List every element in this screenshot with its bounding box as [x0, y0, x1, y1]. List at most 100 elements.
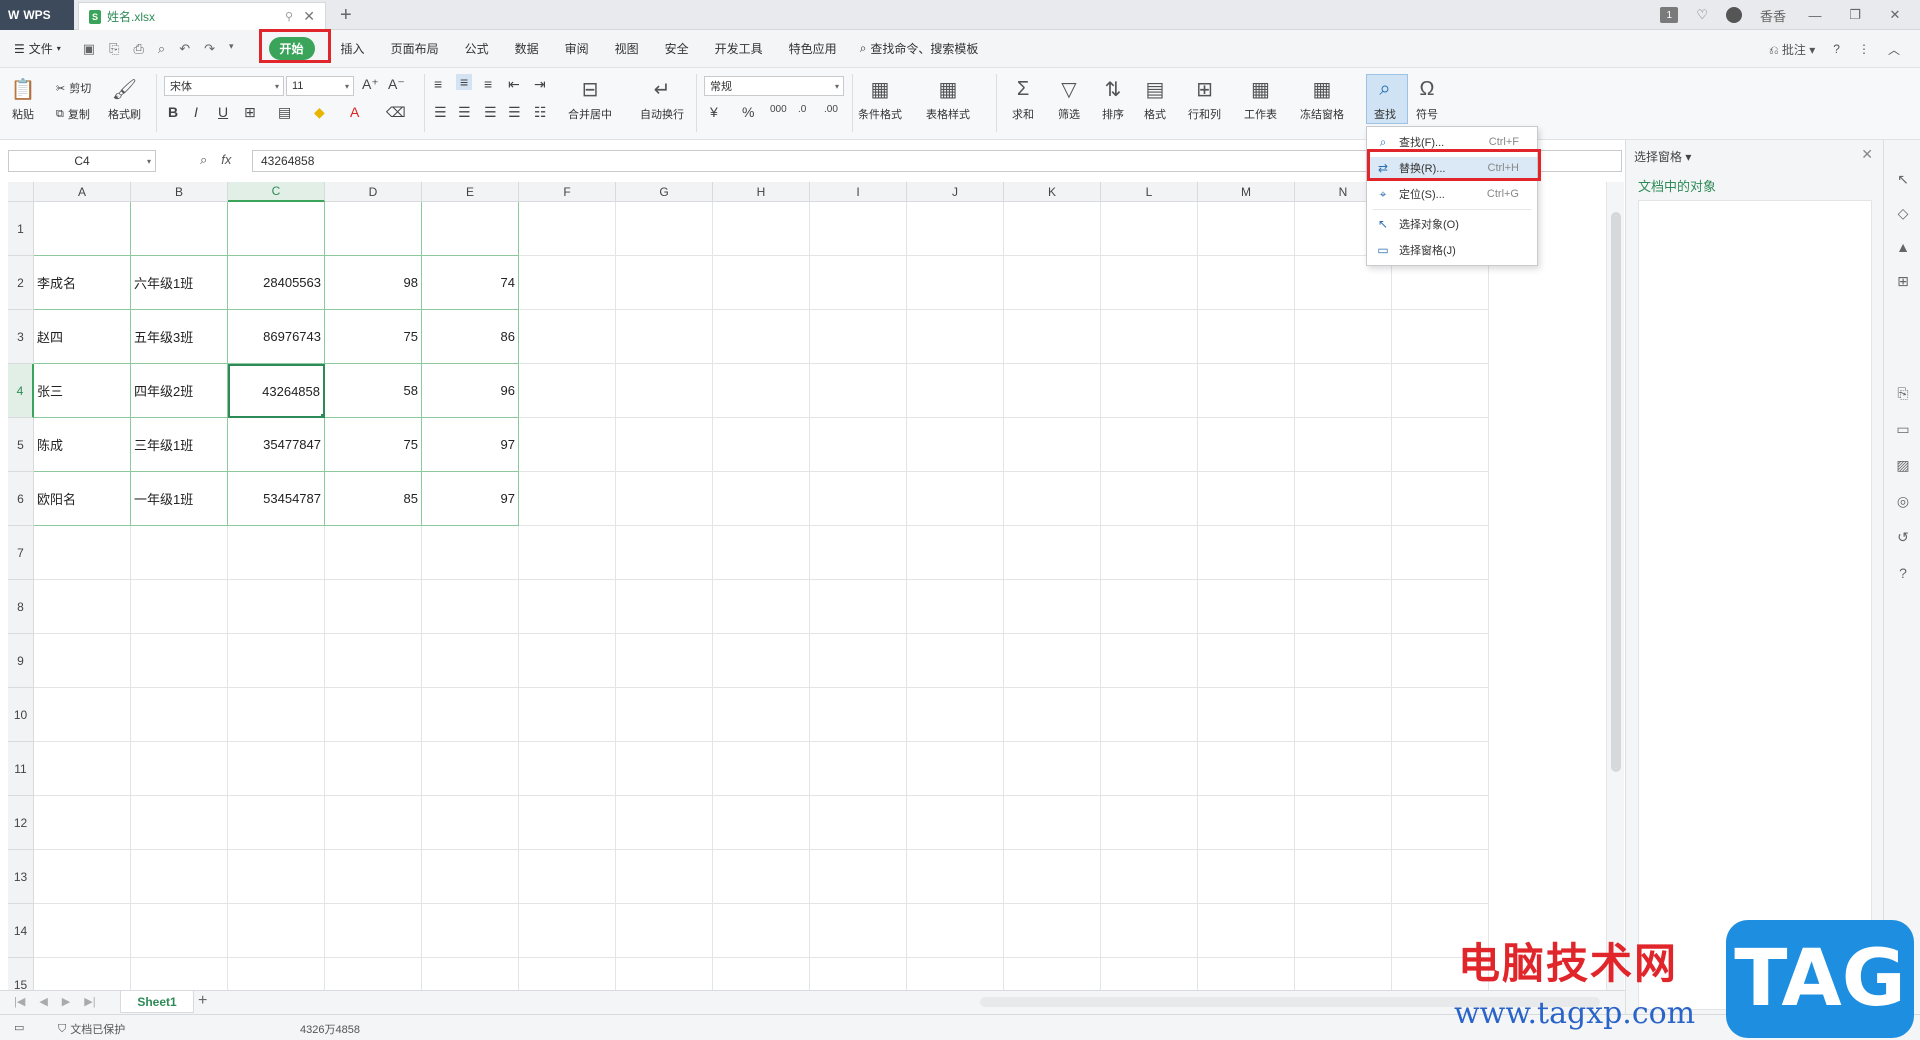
row-header[interactable]: 11: [8, 742, 34, 796]
cell-H12[interactable]: [713, 796, 810, 850]
distribute-icon[interactable]: ☷: [534, 104, 547, 121]
close-icon[interactable]: ✕: [303, 8, 315, 25]
pin-icon[interactable]: ⚲: [285, 10, 293, 23]
tab-developer[interactable]: 开发工具: [702, 30, 776, 68]
font-color-icon[interactable]: A: [350, 104, 359, 120]
row-header[interactable]: 6: [8, 472, 34, 526]
cell-H11[interactable]: [713, 742, 810, 796]
cell-K15[interactable]: [1004, 958, 1101, 990]
cell-M5[interactable]: [1198, 418, 1295, 472]
align-bottom-icon[interactable]: ≡: [484, 76, 492, 92]
next-sheet-icon[interactable]: ▶: [62, 995, 70, 1008]
cell-E7[interactable]: [422, 526, 519, 580]
save-icon[interactable]: ▣: [83, 41, 95, 57]
cell-G4[interactable]: [616, 364, 713, 418]
cell-B5[interactable]: 三年级1班: [131, 418, 228, 472]
cut-button[interactable]: ✂ 剪切: [56, 80, 91, 96]
cell-K10[interactable]: [1004, 688, 1101, 742]
chevron-down-icon[interactable]: ▾: [229, 41, 234, 57]
cell-C7[interactable]: [228, 526, 325, 580]
document-tab[interactable]: S 姓名.xlsx ⚲ ✕: [78, 2, 326, 30]
cell-L3[interactable]: [1101, 310, 1198, 364]
cell-J2[interactable]: [907, 256, 1004, 310]
last-sheet-icon[interactable]: ▶|: [84, 995, 95, 1008]
avatar[interactable]: [1725, 7, 1742, 23]
cell-D9[interactable]: [325, 634, 422, 688]
cell-N10[interactable]: [1295, 688, 1392, 742]
cell-J14[interactable]: [907, 904, 1004, 958]
zoom-icon[interactable]: ⌕: [200, 152, 207, 168]
cell-K6[interactable]: [1004, 472, 1101, 526]
cell-E11[interactable]: [422, 742, 519, 796]
row-header[interactable]: 3: [8, 310, 34, 364]
row-header[interactable]: 2: [8, 256, 34, 310]
cell-M9[interactable]: [1198, 634, 1295, 688]
cell-H8[interactable]: [713, 580, 810, 634]
number-format-select[interactable]: 常规 ▾: [704, 76, 844, 96]
cell-M2[interactable]: [1198, 256, 1295, 310]
cell-J10[interactable]: [907, 688, 1004, 742]
merge-center-button[interactable]: ⊟ 合并居中: [568, 76, 612, 122]
cell-J4[interactable]: [907, 364, 1004, 418]
cell-N13[interactable]: [1295, 850, 1392, 904]
cell-D5[interactable]: 75: [325, 418, 422, 472]
cell-A12[interactable]: [34, 796, 131, 850]
cell-M1[interactable]: [1198, 202, 1295, 256]
file-menu[interactable]: ☰ 文件 ▾: [14, 40, 61, 57]
thousands-icon[interactable]: 000: [770, 104, 787, 115]
cell-F3[interactable]: [519, 310, 616, 364]
cell-H13[interactable]: [713, 850, 810, 904]
cell-N11[interactable]: [1295, 742, 1392, 796]
decrease-font-icon[interactable]: A⁻: [388, 76, 405, 93]
cell-O10[interactable]: [1392, 688, 1489, 742]
cell-N12[interactable]: [1295, 796, 1392, 850]
row-header[interactable]: 1: [8, 202, 34, 256]
sum-button[interactable]: Σ 求和: [1010, 76, 1036, 122]
cell-L5[interactable]: [1101, 418, 1198, 472]
cell-G6[interactable]: [616, 472, 713, 526]
cell-F4[interactable]: [519, 364, 616, 418]
cell-F7[interactable]: [519, 526, 616, 580]
column-header[interactable]: M: [1198, 182, 1295, 202]
cell-I14[interactable]: [810, 904, 907, 958]
cell-C12[interactable]: [228, 796, 325, 850]
cell-D1[interactable]: [325, 202, 422, 256]
cell-O3[interactable]: [1392, 310, 1489, 364]
fx-icon[interactable]: fx: [221, 152, 231, 168]
cell-I9[interactable]: [810, 634, 907, 688]
cell-B12[interactable]: [131, 796, 228, 850]
cell-D10[interactable]: [325, 688, 422, 742]
cell-L4[interactable]: [1101, 364, 1198, 418]
cell-B10[interactable]: [131, 688, 228, 742]
cell-K5[interactable]: [1004, 418, 1101, 472]
cell-D11[interactable]: [325, 742, 422, 796]
comment-button[interactable]: ⎌ 批注 ▾: [1769, 41, 1815, 58]
cell-N4[interactable]: [1295, 364, 1392, 418]
cell-H1[interactable]: [713, 202, 810, 256]
decrease-decimal-icon[interactable]: .00: [824, 104, 838, 115]
add-sheet-button[interactable]: +: [198, 992, 207, 1010]
cell-K4[interactable]: [1004, 364, 1101, 418]
justify-icon[interactable]: ☰: [508, 104, 521, 121]
cell-F5[interactable]: [519, 418, 616, 472]
column-header[interactable]: J: [907, 182, 1004, 202]
cell-K8[interactable]: [1004, 580, 1101, 634]
shapes-icon[interactable]: ◇: [1894, 204, 1912, 222]
cell-M15[interactable]: [1198, 958, 1295, 990]
cell-A5[interactable]: 陈成: [34, 418, 131, 472]
cell-E6[interactable]: 97: [422, 472, 519, 526]
cell-L10[interactable]: [1101, 688, 1198, 742]
cell-E13[interactable]: [422, 850, 519, 904]
increase-font-icon[interactable]: A⁺: [362, 76, 379, 93]
cell-K12[interactable]: [1004, 796, 1101, 850]
cell-L1[interactable]: [1101, 202, 1198, 256]
column-header[interactable]: E: [422, 182, 519, 202]
cell-H14[interactable]: [713, 904, 810, 958]
cell-C5[interactable]: 35477847: [228, 418, 325, 472]
undo-icon[interactable]: ↶: [179, 41, 190, 57]
menu-item-select-objects[interactable]: ↖ 选择对象(O): [1367, 213, 1537, 235]
cell-J3[interactable]: [907, 310, 1004, 364]
cell-F11[interactable]: [519, 742, 616, 796]
wps-home-tab[interactable]: W WPS: [0, 0, 74, 30]
cell-L7[interactable]: [1101, 526, 1198, 580]
